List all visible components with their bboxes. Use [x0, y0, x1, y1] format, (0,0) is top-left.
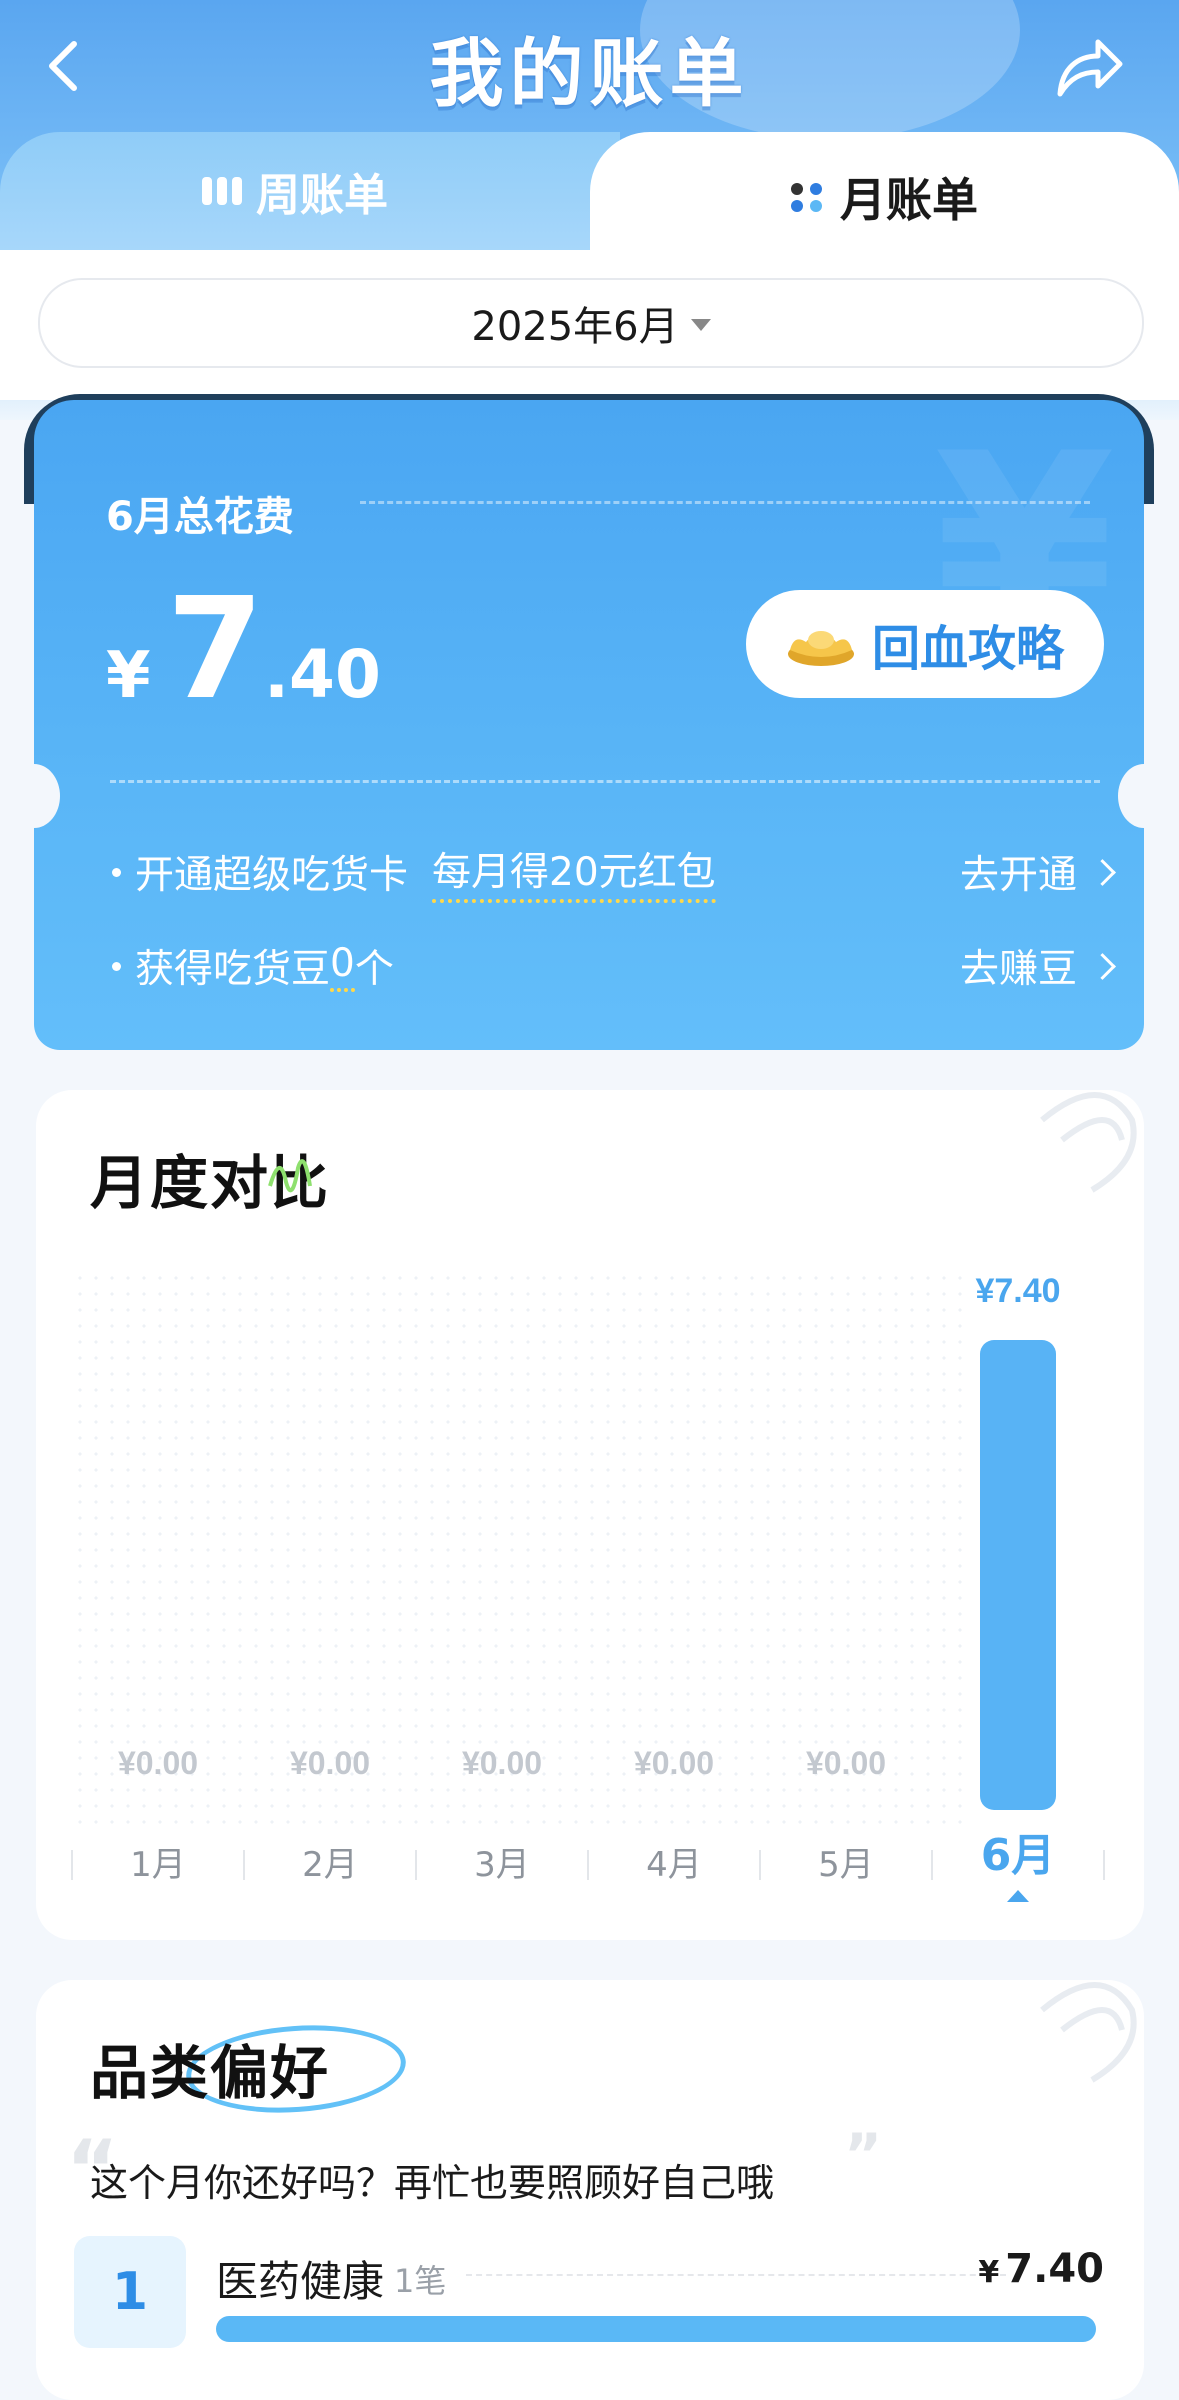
category-amount-value: 7.40	[1005, 2246, 1104, 2292]
tab-week[interactable]: 周账单	[0, 132, 590, 250]
x-tick-label: 6月	[981, 1830, 1056, 1881]
monthly-bar-chart: ¥0.00 1月 ¥0.00 2月 ¥0.00 3月 ¥0.00 4月 ¥0.00 5月 ¥7.40…	[71, 1272, 1105, 1902]
category-name: 医药健康	[216, 2257, 385, 2306]
tab-week-label: 周账单	[256, 170, 388, 221]
currency-symbol: ¥	[978, 2255, 1000, 2290]
bar-value-label: ¥0.00	[290, 1745, 370, 1781]
summary-card: ¥ 6月总花费 ¥ 7 .40 回血攻略 开通超级吃货卡 每月得20元红包 去开…	[34, 400, 1144, 1050]
earn-beans-link-label: 去赚豆	[959, 947, 1077, 992]
month-picker-value: 2025年6月	[471, 304, 679, 350]
category-share-bar	[216, 2316, 1096, 2342]
beans-suffix: 个	[354, 947, 394, 992]
category-subtitle: 这个月你还好吗？再忙也要照顾好自己哦	[90, 2161, 775, 2205]
recover-guide-label: 回血攻略	[871, 621, 1064, 677]
bullet	[112, 961, 121, 971]
rank-badge: 1	[74, 2236, 186, 2348]
ticket-notch-left	[34, 764, 60, 828]
total-spend-label: 6月总花费	[106, 494, 294, 540]
bullet	[112, 867, 121, 877]
bar-6	[980, 1340, 1056, 1810]
tab-month-label: 月账单	[840, 173, 978, 227]
beans-count: 0	[330, 941, 355, 992]
category-count: 1笔	[394, 2262, 447, 2300]
ticket-notch-right	[1118, 764, 1144, 828]
currency-symbol: ¥	[106, 639, 151, 713]
activate-link-label: 去开通	[959, 853, 1077, 898]
x-tick-label: 2月	[302, 1845, 358, 1885]
close-quote-icon: ”	[844, 2121, 883, 2189]
divider	[110, 780, 1100, 783]
x-tick-label: 3月	[474, 1845, 530, 1885]
selected-month-indicator-icon	[1007, 1890, 1029, 1902]
x-tick-label: 1月	[130, 1845, 186, 1885]
chevron-right-icon	[1089, 858, 1116, 886]
activate-link[interactable]: 去开通	[959, 844, 1116, 900]
swirl-decoration-icon	[1040, 1982, 1137, 2083]
x-tick-label: 5月	[818, 1845, 874, 1885]
bars-icon	[202, 177, 242, 205]
earn-beans-link[interactable]: 去赚豆	[959, 938, 1116, 994]
caret-down-icon	[690, 319, 711, 331]
bar-value-label: ¥0.00	[118, 1745, 198, 1781]
bar-value-label: ¥0.00	[806, 1745, 886, 1781]
bar-value-label: ¥0.00	[634, 1745, 714, 1781]
beans-text: 获得吃货豆	[135, 947, 331, 992]
share-icon[interactable]	[1052, 30, 1126, 102]
total-spend-amount: ¥ 7 .40	[106, 580, 381, 720]
category-preference-card: 品类偏好 “ 这个月你还好吗？再忙也要照顾好自己哦 ” 1 医药健康 1笔 ¥7…	[36, 1980, 1144, 2400]
month-picker[interactable]: 2025年6月	[38, 278, 1144, 368]
tab-week-bg: 周账单	[0, 132, 620, 250]
super-card-text: 开通超级吃货卡	[135, 853, 409, 898]
amount-decimal: .40	[263, 636, 381, 713]
header: 我的账单	[0, 0, 1179, 132]
amount-integer: 7	[166, 568, 264, 731]
bar-value-label: ¥7.40	[975, 1272, 1060, 1310]
chevron-right-icon	[1089, 952, 1116, 980]
divider	[466, 2274, 1006, 2276]
super-card-highlight: 每月得20元红包	[432, 841, 716, 903]
category-preference-title: 品类偏好	[90, 2039, 331, 2107]
monthly-comparison-card: 月度对比 ¥0.00 1月 ¥0.00 2月 ¥0.00 3月 ¥0.00 4月 ¥0.00 5月…	[36, 1090, 1144, 1940]
x-tick-label: 4月	[646, 1845, 702, 1885]
category-amount: ¥7.40	[978, 2246, 1104, 2292]
bill-tabs: 周账单 月账单	[0, 132, 1179, 262]
recover-guide-button[interactable]: 回血攻略	[746, 590, 1104, 698]
gold-ingot-icon	[787, 631, 854, 666]
bar-value-label: ¥0.00	[462, 1745, 542, 1781]
super-card-row: 开通超级吃货卡 每月得20元红包 去开通	[112, 841, 1116, 903]
divider	[360, 501, 1090, 504]
page-title: 我的账单	[429, 31, 750, 117]
beans-row: 获得吃货豆 0 个 去赚豆	[112, 936, 1116, 996]
tab-month[interactable]: 月账单	[590, 132, 1179, 262]
dots-icon	[791, 182, 824, 212]
